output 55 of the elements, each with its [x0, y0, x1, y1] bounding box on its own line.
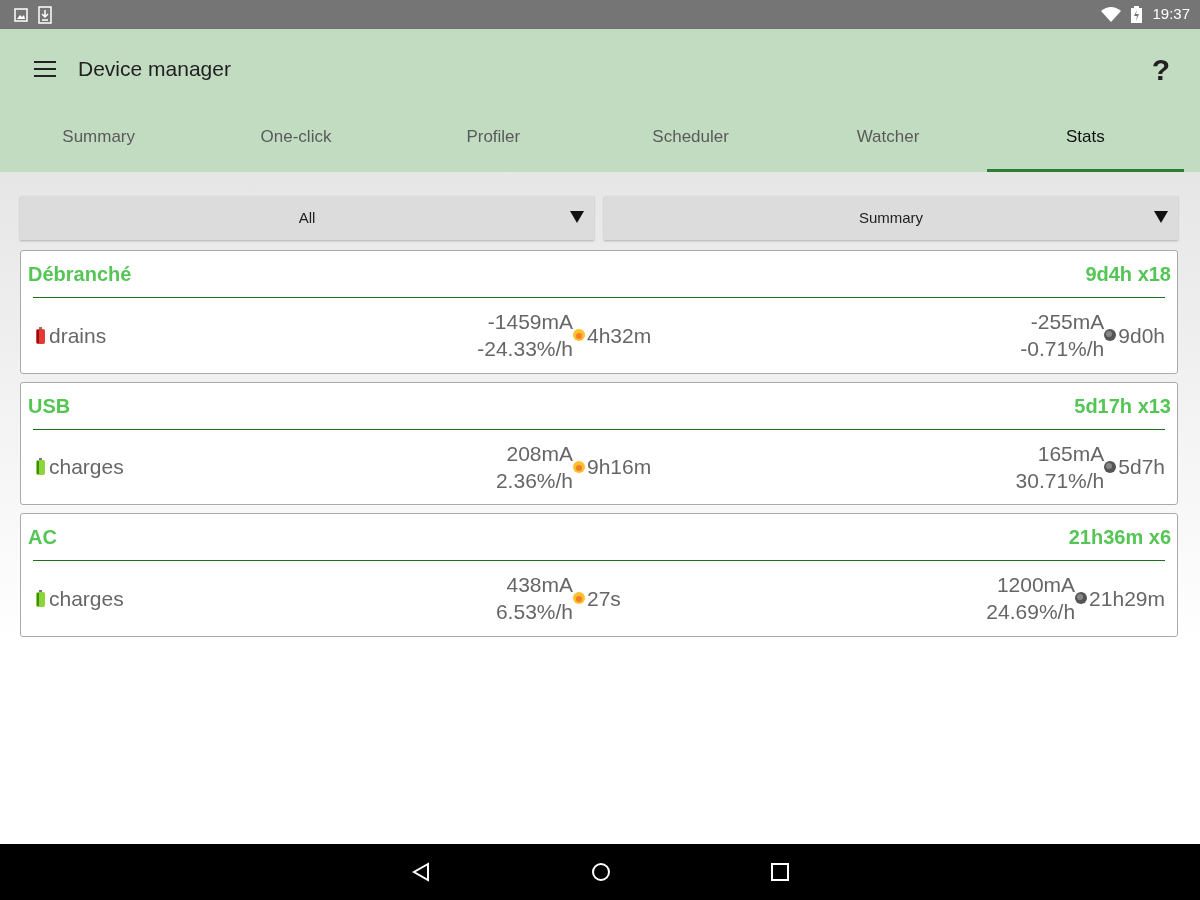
rate-reading: 24.69%/h: [986, 599, 1076, 626]
tab[interactable]: Profiler: [394, 109, 592, 172]
screen-off-icon: [1104, 329, 1117, 342]
status-label: charges: [49, 454, 124, 481]
help-button[interactable]: ?: [1151, 46, 1170, 92]
duration: 4h32m: [587, 322, 652, 349]
dropdown-value: Summary: [858, 207, 924, 228]
download-icon: [38, 5, 52, 24]
home-icon[interactable]: [591, 862, 611, 882]
tab[interactable]: One-click: [197, 109, 395, 172]
card-total: 5d17h x13: [1074, 393, 1171, 419]
current-reading: -1459mA: [486, 309, 573, 335]
status-label: charges: [49, 585, 124, 612]
card-title: AC: [28, 525, 57, 551]
recents-icon[interactable]: [771, 863, 789, 881]
tab[interactable]: Watcher: [789, 109, 987, 172]
screen-off-icon: [1104, 460, 1117, 473]
duration: 27s: [587, 585, 621, 612]
duration: 5d7h: [1118, 454, 1165, 481]
rate-reading: 6.53%/h: [495, 599, 573, 626]
duration: 9h16m: [587, 454, 652, 481]
screen-on-icon: [573, 329, 585, 342]
image-icon: [14, 7, 28, 22]
caret-icon: [1154, 211, 1168, 223]
duration: 9d0h: [1118, 322, 1165, 349]
tab[interactable]: Summary: [0, 109, 198, 172]
card-total: 9d4h x18: [1085, 262, 1171, 287]
screen-on-icon: [573, 592, 585, 605]
back-icon[interactable]: [411, 862, 431, 882]
caret-icon: [570, 211, 584, 223]
status-label: drains: [49, 322, 107, 349]
clock-time: 19:37: [1152, 4, 1190, 25]
current-reading: 208mA: [505, 440, 573, 467]
current-reading: -255mA: [1029, 309, 1105, 335]
duration: 21h29m: [1089, 585, 1165, 612]
screen-off-icon: [1075, 592, 1088, 605]
screen-on-icon: [573, 460, 585, 473]
dropdown[interactable]: Summary: [604, 196, 1178, 240]
current-reading: 438mA: [505, 572, 573, 599]
dropdown-value: All: [298, 207, 316, 228]
rate-reading: 30.71%/h: [1015, 467, 1105, 494]
app-title: Device manager: [78, 56, 231, 83]
rate-reading: 2.36%/h: [495, 467, 573, 494]
rate-reading: -0.71%/h: [1020, 336, 1105, 363]
card-title: Débranché: [28, 262, 132, 287]
card-title: USB: [28, 393, 71, 419]
wifi-icon: [1101, 7, 1122, 22]
current-reading: 1200mA: [995, 572, 1076, 599]
tab[interactable]: Scheduler: [592, 109, 790, 172]
menu-icon[interactable]: [34, 61, 56, 77]
dropdown[interactable]: All: [20, 196, 594, 240]
rate-reading: -24.33%/h: [477, 336, 573, 363]
current-reading: 165mA: [1036, 440, 1105, 467]
battery-charging-icon: [1131, 6, 1143, 23]
card-total: 21h36m x6: [1068, 525, 1171, 551]
